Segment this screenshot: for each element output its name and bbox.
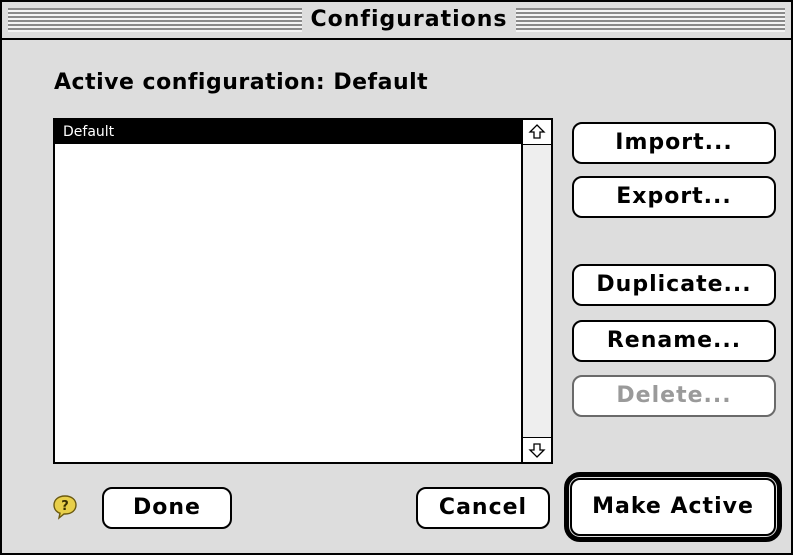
import-button[interactable]: Import... <box>572 122 776 164</box>
scroll-up-arrow-icon[interactable] <box>523 120 551 145</box>
scroll-down-arrow-icon[interactable] <box>523 437 551 462</box>
make-active-button[interactable]: Make Active <box>570 478 776 536</box>
title-bar[interactable]: Configurations <box>2 2 791 40</box>
rename-button[interactable]: Rename... <box>572 320 776 362</box>
duplicate-button[interactable]: Duplicate... <box>572 264 776 306</box>
active-configuration-label: Active configuration: Default <box>54 70 429 95</box>
cancel-button[interactable]: Cancel <box>416 487 550 529</box>
title-bar-stripes-left <box>8 8 302 32</box>
list-item-default[interactable]: Default <box>55 120 521 144</box>
dialog-title: Configurations <box>310 7 508 32</box>
configurations-list-items: Default <box>55 120 521 462</box>
title-bar-stripes-right <box>516 8 785 32</box>
export-button[interactable]: Export... <box>572 176 776 218</box>
configurations-list[interactable]: Default <box>53 118 553 464</box>
list-scrollbar[interactable] <box>521 120 551 462</box>
configurations-dialog: Configurations Active configuration: Def… <box>0 0 793 555</box>
done-button[interactable]: Done <box>102 487 232 529</box>
delete-button: Delete... <box>572 375 776 417</box>
svg-text:?: ? <box>61 499 69 514</box>
help-balloon-icon[interactable]: ? <box>52 494 78 520</box>
